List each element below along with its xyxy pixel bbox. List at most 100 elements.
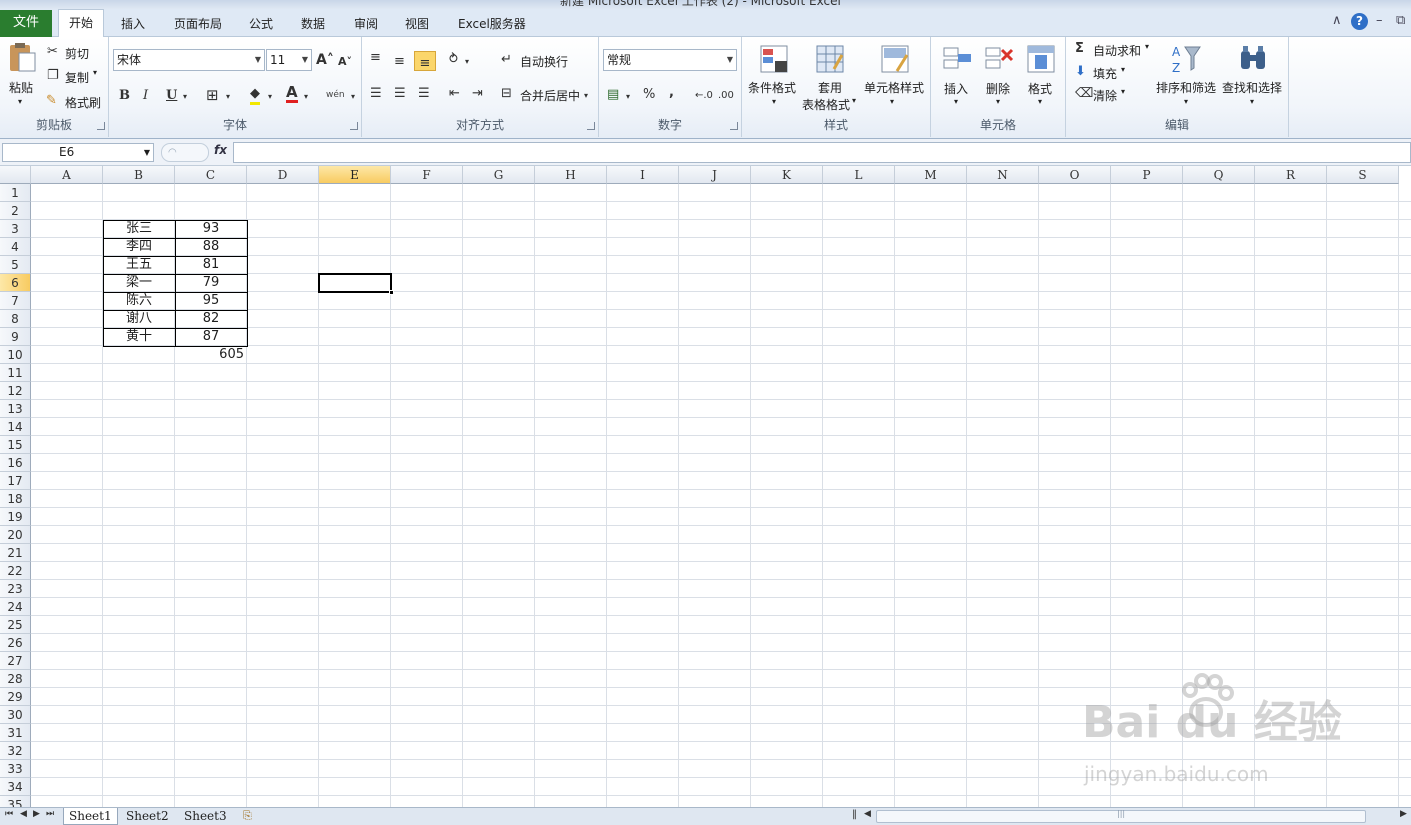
column-header-I[interactable]: I [607, 166, 679, 184]
column-header-Q[interactable]: Q [1183, 166, 1255, 184]
formula-input[interactable] [233, 142, 1411, 163]
chevron-down-icon[interactable]: ▾ [1121, 65, 1125, 74]
cut-button[interactable]: 剪切 [65, 45, 89, 62]
tab-file[interactable]: 文件 [0, 10, 52, 37]
bold-button[interactable]: B [119, 88, 130, 104]
row-header-14[interactable]: 14 [0, 418, 31, 436]
row-header-18[interactable]: 18 [0, 490, 31, 508]
row-header-11[interactable]: 11 [0, 364, 31, 382]
cell-B3[interactable]: 张三 [103, 220, 175, 238]
align-bottom-icon[interactable]: ≡ [414, 51, 436, 71]
first-sheet-icon[interactable]: ⏮ [5, 809, 13, 819]
cell-C9[interactable]: 87 [175, 328, 247, 346]
row-header-1[interactable]: 1 [0, 184, 31, 202]
row-header-17[interactable]: 17 [0, 472, 31, 490]
tab-view[interactable]: 视图 [405, 13, 429, 37]
row-header-31[interactable]: 31 [0, 724, 31, 742]
phonetic-button[interactable]: wén [326, 87, 345, 103]
dialog-launcher-icon[interactable] [350, 122, 358, 130]
delete-cells-button[interactable]: 删除 ▾ [979, 41, 1019, 113]
row-header-23[interactable]: 23 [0, 580, 31, 598]
insert-cells-button[interactable]: 插入 ▾ [937, 41, 977, 113]
row-header-16[interactable]: 16 [0, 454, 31, 472]
column-header-R[interactable]: R [1255, 166, 1327, 184]
row-header-22[interactable]: 22 [0, 562, 31, 580]
scroll-split-icon[interactable]: ‖ [852, 809, 857, 820]
borders-icon[interactable]: ⊞ [206, 87, 219, 103]
grow-font-icon[interactable]: A˄ [316, 52, 334, 68]
underline-button[interactable]: U [166, 88, 177, 104]
row-header-3[interactable]: 3 [0, 220, 31, 238]
column-header-D[interactable]: D [247, 166, 319, 184]
row-header-9[interactable]: 9 [0, 328, 31, 346]
cell-B7[interactable]: 陈六 [103, 292, 175, 310]
cell-C10[interactable]: 605 [175, 346, 247, 364]
cell-B9[interactable]: 黄十 [103, 328, 175, 346]
column-header-A[interactable]: A [31, 166, 103, 184]
last-sheet-icon[interactable]: ⏭ [46, 809, 54, 819]
align-right-icon[interactable]: ☰ [418, 86, 430, 102]
row-header-8[interactable]: 8 [0, 310, 31, 328]
tab-formulas[interactable]: 公式 [249, 13, 273, 37]
font-color-button[interactable]: A [286, 85, 298, 103]
column-header-P[interactable]: P [1111, 166, 1183, 184]
currency-icon[interactable]: ▤ [607, 87, 619, 103]
column-header-N[interactable]: N [967, 166, 1039, 184]
row-header-27[interactable]: 27 [0, 652, 31, 670]
column-header-H[interactable]: H [535, 166, 607, 184]
row-header-32[interactable]: 32 [0, 742, 31, 760]
italic-button[interactable]: I [143, 88, 148, 104]
horizontal-scrollbar[interactable]: ||| [876, 809, 1366, 823]
minimize-ribbon-icon[interactable]: ∧ [1332, 13, 1342, 28]
dialog-launcher-icon[interactable] [730, 122, 738, 130]
row-header-19[interactable]: 19 [0, 508, 31, 526]
row-header-33[interactable]: 33 [0, 760, 31, 778]
copy-button[interactable]: 复制 [65, 69, 89, 86]
chevron-down-icon[interactable]: ▾ [626, 89, 630, 105]
row-header-6[interactable]: 6 [0, 274, 31, 292]
font-name-select[interactable]: 宋体 ▼ [113, 49, 265, 71]
column-header-F[interactable]: F [391, 166, 463, 184]
cell-C5[interactable]: 81 [175, 256, 247, 274]
row-header-29[interactable]: 29 [0, 688, 31, 706]
dialog-launcher-icon[interactable] [97, 122, 105, 130]
name-box[interactable]: E6 ▼ [2, 143, 154, 162]
sheet-tab-3[interactable]: Sheet3 [179, 808, 232, 825]
row-header-10[interactable]: 10 [0, 346, 31, 364]
tab-review[interactable]: 审阅 [354, 13, 378, 37]
increase-indent-icon[interactable]: ⇥ [472, 86, 483, 102]
merge-center-button[interactable]: 合并后居中 [520, 87, 580, 104]
scroll-left-icon[interactable]: ◀ [864, 809, 871, 819]
fill-button[interactable]: 填充 [1093, 65, 1117, 82]
select-all-corner[interactable] [0, 166, 31, 184]
column-header-K[interactable]: K [751, 166, 823, 184]
column-header-E[interactable]: E [319, 166, 391, 184]
fill-handle[interactable] [389, 290, 394, 295]
decrease-decimal-icon[interactable]: .00 [718, 88, 734, 104]
sheet-tab-2[interactable]: Sheet2 [121, 808, 174, 825]
sheet-tab-1[interactable]: Sheet1 [63, 808, 118, 825]
increase-decimal-icon[interactable]: ←.0 [695, 88, 713, 104]
format-painter-button[interactable]: 格式刷 [65, 94, 101, 111]
cell-B4[interactable]: 李四 [103, 238, 175, 256]
formula-bar-expander[interactable]: ◠ [161, 143, 209, 162]
scroll-right-icon[interactable]: ▶ [1400, 809, 1407, 819]
row-header-20[interactable]: 20 [0, 526, 31, 544]
cell-styles-button[interactable]: 单元格样式 ▾ [863, 41, 927, 113]
cell-C8[interactable]: 82 [175, 310, 247, 328]
format-as-table-button[interactable]: 套用 表格格式 ▾ [800, 41, 860, 113]
row-header-15[interactable]: 15 [0, 436, 31, 454]
fill-color-icon[interactable]: ◆ [250, 86, 260, 105]
tab-excel-server[interactable]: Excel服务器 [458, 13, 526, 37]
row-header-26[interactable]: 26 [0, 634, 31, 652]
chevron-down-icon[interactable]: ▾ [183, 89, 187, 105]
align-middle-icon[interactable]: ≡ [394, 54, 405, 70]
format-cells-button[interactable]: 格式 ▾ [1021, 41, 1061, 113]
cell-B6[interactable]: 梁一 [103, 274, 175, 292]
chevron-down-icon[interactable]: ▾ [1145, 42, 1149, 51]
chevron-down-icon[interactable]: ▾ [584, 88, 588, 104]
align-top-icon[interactable]: ≡ [370, 50, 381, 66]
insert-sheet-icon[interactable]: ⎘ [243, 809, 252, 823]
row-header-30[interactable]: 30 [0, 706, 31, 724]
window-minimize-icon[interactable]: – [1376, 13, 1383, 28]
